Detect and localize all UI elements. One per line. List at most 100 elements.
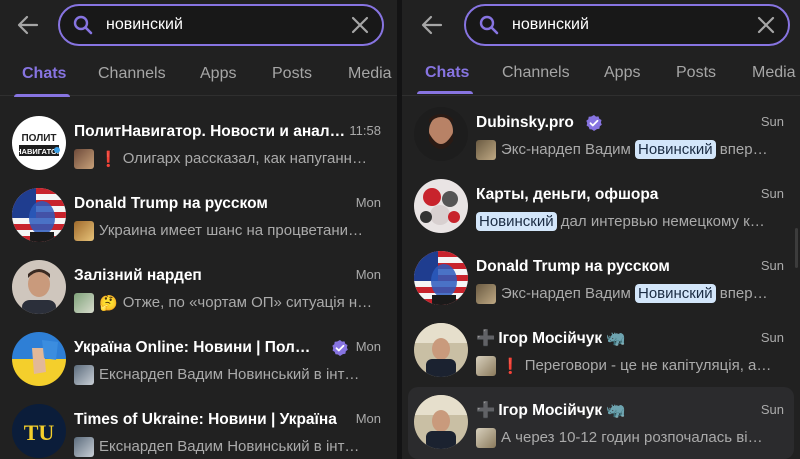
man-church-icon [414,323,468,377]
media-thumbnail [476,140,496,160]
scrollbar[interactable] [795,228,798,268]
tab-media[interactable]: Media [752,63,796,83]
tu-logo-icon: TU [12,404,66,458]
search-match: Новинский [476,212,557,231]
media-thumbnail [74,437,94,457]
trump-flag-portrait-icon [414,251,468,305]
close-icon[interactable] [350,15,370,35]
plus-icon: ➕ [476,330,496,347]
chat-message: Экс-нардеп Вадим Новинский впер… [501,140,768,160]
chat-time: Mon [355,411,381,426]
chat-message: Украина имеет шанс на процветани… [99,222,364,239]
chat-time: Mon [355,267,381,282]
avatar: TU [12,404,66,458]
chat-row-selected[interactable]: ➕ Ігор Мосійчук 🦏 Sun А через 10-12 годин … [408,387,794,459]
video-thumbnail [476,428,496,448]
media-thumbnail [74,293,94,313]
man-church-icon [414,395,468,449]
tab-apps[interactable]: Apps [604,63,640,83]
message-text: Экс-нардеп Вадим [501,141,635,158]
politnavigator-logo-icon: ПОЛИТНАВИГАТОР [12,116,66,170]
message-text: впер… [715,141,768,158]
avatar [414,107,468,161]
svg-text:TU: TU [24,420,55,445]
chat-message: Переговори - це не капітуляція, а… [524,357,772,374]
avatar [12,260,66,314]
chat-row[interactable]: Donald Trump на русском Sun Экс-нардеп В… [408,243,794,315]
search-input[interactable]: новинский [464,4,790,46]
video-thumbnail [476,356,496,376]
back-button[interactable] [418,12,446,38]
avatar: ПОЛИТ НАВИГАТОР [12,116,66,170]
back-button[interactable] [14,12,42,38]
chat-row[interactable]: Україна Online: Новини | Політ… Mon Ексн… [6,324,391,396]
chat-message: Екснардеп Вадим Новинський в інт… [99,366,360,383]
chat-message: Новинский дал интервью немецкому к… [476,212,765,232]
tab-media[interactable]: Media [348,64,392,84]
search-query[interactable]: новинский [512,15,589,35]
verified-badge-icon [332,340,348,356]
chat-title: Times of Ukraine: Новини | Україна [74,411,337,428]
chat-message: Екснардеп Вадим Новинський в інт… [99,438,360,455]
media-thumbnail [476,284,496,304]
search-icon [479,15,499,35]
media-thumbnail [74,149,94,169]
chat-time: Sun [760,402,784,417]
chat-message: Экс-нардеп Вадим Новинский впер… [501,284,768,304]
chat-preview: А через 10-12 годин розпочалась ві… [476,427,776,449]
chat-preview: Екснардеп Вадим Новинський в інт… [74,436,384,458]
chat-time: Sun [760,114,784,129]
search-match: Новинский [634,140,716,159]
tab-channels[interactable]: Channels [502,63,570,83]
rhino-icon: 🦏 [606,402,626,419]
chat-title: ПолитНавигатор. Новости и анал… [74,123,346,140]
close-icon[interactable] [756,15,776,35]
active-tab-indicator [417,91,473,94]
tab-apps[interactable]: Apps [200,64,236,84]
search-input[interactable]: новинский [58,4,384,46]
chat-row[interactable]: Залізний нардеп Mon 🤔 Отже, по «чортам О… [6,252,391,324]
arrow-left-icon [421,15,443,35]
search-query[interactable]: новинский [106,15,183,35]
chat-row[interactable]: TU Times of Ukraine: Новини | Україна Mo… [6,396,391,459]
search-tabs: Chats Channels Apps Posts Media [0,50,397,97]
chat-title: ➕ Ігор Мосійчук 🦏 [476,329,756,349]
chat-row[interactable]: ПОЛИТ НАВИГАТОР ПолитНавигатор. Новости и… [6,108,391,180]
tab-channels[interactable]: Channels [98,64,166,84]
chat-title: Dubinsky.pro [476,114,574,131]
message-text: дал интервью немецкому к… [556,213,765,230]
tab-posts[interactable]: Posts [272,64,312,84]
avatar [414,179,468,233]
search-tabs: Chats Channels Apps Posts Media [402,50,800,96]
avatar [414,323,468,377]
avatar [414,251,468,305]
title-text: Ігор Мосійчук [498,402,603,419]
chat-preview: Экс-нардеп Вадим Новинский впер… [476,139,786,161]
chat-row[interactable]: Dubinsky.pro Sun Экс-нардеп Вадим Новинс… [408,99,794,171]
chat-time: Sun [760,258,784,273]
plus-icon: ➕ [476,402,496,419]
bearded-man-icon [414,107,468,161]
chat-preview: 🤔 Отже, по «чортам ОП» ситуація н… [74,292,384,314]
exclamation-icon: ❗ [99,151,118,168]
collage-icon [414,179,468,233]
chat-message: А через 10-12 годин розпочалась ві… [501,429,763,446]
chat-title: Залізний нардеп [74,267,202,284]
chat-message: Олигарх рассказал, как напуганн… [122,150,367,167]
chat-row[interactable]: ➕ Ігор Мосійчук 🦏 Sun ❗ Переговори - це не… [408,315,794,387]
chat-time: Sun [760,186,784,201]
arrow-left-icon [17,15,39,35]
chat-row[interactable]: Карты, деньги, офшора Sun Новинский дал … [408,171,794,243]
chat-title: ➕ Ігор Мосійчук 🦏 [476,401,756,421]
tab-chats[interactable]: Chats [22,64,66,84]
chat-preview: Екснардеп Вадим Новинський в інт… [74,364,384,386]
ukraine-flag-hand-icon [12,332,66,386]
chat-time: 11:58 [349,123,381,138]
tab-chats[interactable]: Chats [425,63,469,83]
avatar [414,395,468,449]
chat-preview: Новинский дал интервью немецкому к… [476,211,786,233]
tab-posts[interactable]: Posts [676,63,716,83]
chat-row[interactable]: Donald Trump на русском Mon Украина имее… [6,180,391,252]
svg-text:ПОЛИТ: ПОЛИТ [21,133,56,144]
chat-title: Україна Online: Новини | Політ… [74,339,314,356]
